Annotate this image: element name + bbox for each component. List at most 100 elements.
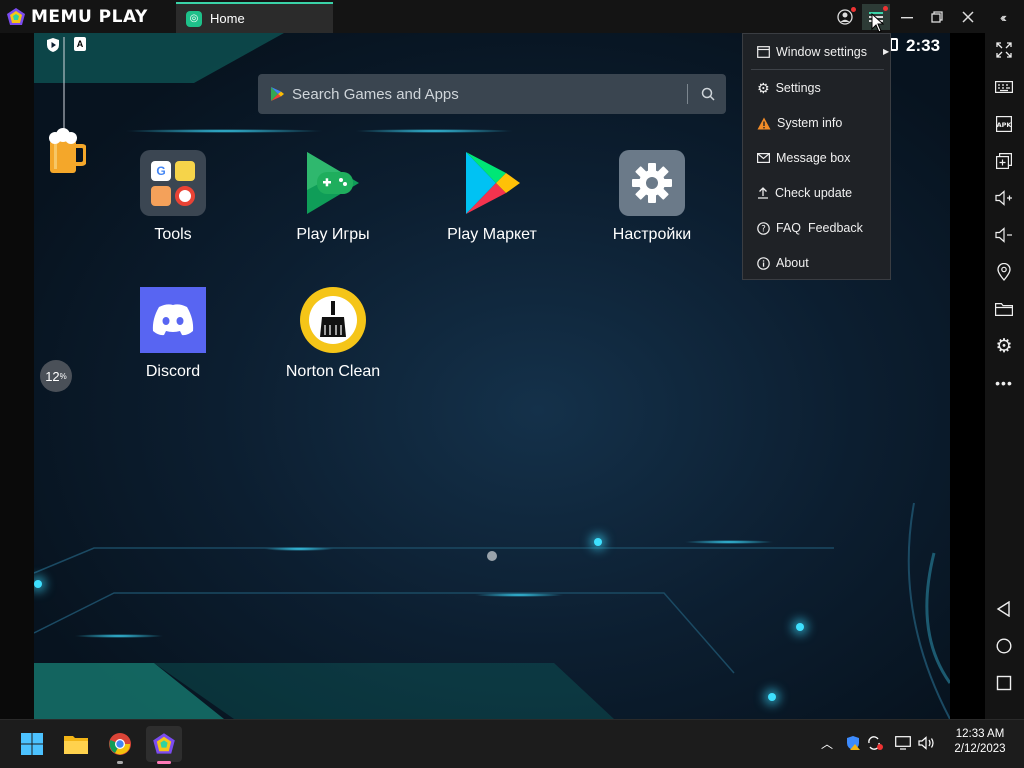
app-label: Play Маркет — [447, 226, 537, 243]
page-indicator — [487, 551, 497, 561]
menu-item-faq-feedback[interactable]: ? FAQ Feedback — [757, 218, 863, 238]
volume-down-button[interactable] — [993, 224, 1015, 246]
apk-icon: APK — [996, 116, 1012, 132]
menu-separator — [751, 69, 884, 70]
memu-logo-icon — [7, 8, 25, 25]
network-tray-icon[interactable] — [894, 734, 912, 752]
collapse-sidebar-button[interactable]: ‹‹‹ — [991, 6, 1013, 28]
chrome-icon — [109, 733, 131, 755]
settings-button[interactable]: ⚙ — [993, 335, 1015, 357]
search-input[interactable]: Search Games and Apps — [292, 86, 459, 103]
upload-icon — [758, 187, 768, 199]
app-tools[interactable]: G Tools — [98, 150, 248, 244]
volume-up-icon — [995, 190, 1012, 206]
show-hidden-icons-button[interactable]: ︿ — [818, 734, 836, 752]
menu-item-window-settings[interactable]: Window settings — [757, 42, 867, 62]
keyboard-mapping-button[interactable] — [993, 76, 1015, 98]
play-store-icon — [459, 150, 525, 216]
windows-logo-icon — [21, 733, 43, 755]
security-tray-icon[interactable] — [844, 734, 862, 752]
tools-folder-icon: G — [140, 150, 206, 216]
monitor-network-icon — [895, 736, 911, 750]
home-button[interactable] — [993, 635, 1015, 657]
close-icon — [962, 11, 974, 23]
shield-play-icon — [47, 38, 59, 52]
minimize-icon — [901, 17, 913, 19]
tab-label: Home — [210, 11, 245, 26]
glow-line — [354, 129, 514, 133]
glow-line — [684, 540, 774, 544]
recents-square-icon — [996, 675, 1012, 691]
search-divider — [687, 84, 688, 104]
gear-icon: ⚙ — [757, 79, 770, 96]
volume-tray-icon[interactable] — [918, 734, 936, 752]
system-clock[interactable]: 12:33 AM 2/12/2023 — [938, 727, 1022, 757]
menu-item-label: Window settings — [776, 45, 868, 59]
app-norton-clean[interactable]: Norton Clean — [258, 287, 408, 381]
app-discord[interactable]: Discord — [98, 287, 248, 381]
search-button[interactable] — [698, 84, 718, 104]
app-label: Norton Clean — [285, 363, 381, 380]
mouse-cursor-icon — [871, 13, 885, 33]
file-explorer-button[interactable] — [58, 726, 94, 762]
right-toolbar: APK ⚙ ••• — [985, 33, 1024, 719]
shared-folder-button[interactable] — [993, 298, 1015, 320]
account-button[interactable] — [834, 6, 856, 28]
glow-dot — [34, 580, 42, 588]
cpu-percent-unit: % — [59, 371, 67, 381]
search-icon — [701, 87, 715, 101]
menu-item-about[interactable]: About — [757, 253, 809, 273]
maximize-button[interactable] — [926, 6, 948, 28]
menu-item-label: Check update — [775, 186, 853, 200]
fullscreen-button[interactable] — [993, 39, 1015, 61]
install-apk-button[interactable]: APK — [993, 113, 1015, 135]
search-bar[interactable]: Search Games and Apps — [258, 74, 726, 114]
app-settings[interactable]: Настройки — [577, 150, 727, 244]
memu-taskbar-button[interactable] — [146, 726, 182, 764]
cpu-percent: 12 — [45, 368, 60, 384]
back-triangle-icon — [996, 601, 1010, 617]
app-label: Настройки — [612, 226, 692, 243]
menu-item-label: System info — [777, 116, 843, 130]
multi-instance-button[interactable] — [993, 150, 1015, 172]
glow-line — [264, 547, 334, 551]
left-edge — [0, 33, 34, 719]
info-icon — [757, 256, 770, 270]
tab-home[interactable]: ◎ Home — [176, 2, 333, 33]
app-play-games[interactable]: Play Игры — [258, 150, 408, 244]
glow-line — [474, 593, 564, 597]
close-button[interactable] — [957, 6, 979, 28]
recents-button[interactable] — [993, 672, 1015, 694]
app-play-market[interactable]: Play Маркет — [417, 150, 567, 244]
google-play-icon — [271, 87, 284, 101]
shield-icon — [847, 736, 860, 750]
menu-item-message-box[interactable]: Message box — [757, 148, 850, 168]
glow-dot — [768, 693, 776, 701]
minimize-button[interactable] — [896, 6, 918, 28]
menu-item-settings[interactable]: ⚙ Settings — [757, 78, 821, 98]
menu-item-label: About — [776, 256, 809, 270]
user-icon — [837, 9, 853, 25]
back-button[interactable] — [993, 598, 1015, 620]
glow-dot — [796, 623, 804, 631]
start-button[interactable] — [14, 726, 50, 762]
menu-item-check-update[interactable]: Check update — [757, 183, 852, 203]
chrome-button[interactable] — [102, 726, 138, 764]
notification-dot — [883, 6, 888, 11]
volume-up-button[interactable] — [993, 187, 1015, 209]
location-button[interactable] — [993, 261, 1015, 283]
android-clock: 2:33 — [906, 36, 941, 55]
beer-mug-icon[interactable] — [46, 126, 86, 176]
cpu-usage-badge[interactable]: 12% — [40, 360, 72, 392]
discord-icon — [140, 287, 206, 353]
battery-icon — [890, 38, 898, 51]
menu-item-system-info[interactable]: System info — [757, 113, 842, 133]
home-circle-icon — [996, 638, 1012, 654]
restore-icon — [931, 11, 943, 23]
fullscreen-icon — [996, 42, 1012, 58]
home-tab-icon: ◎ — [186, 10, 202, 27]
active-indicator — [157, 761, 171, 764]
sync-tray-icon[interactable] — [866, 734, 884, 752]
location-pin-icon — [997, 263, 1011, 281]
more-button[interactable]: ••• — [993, 372, 1015, 394]
